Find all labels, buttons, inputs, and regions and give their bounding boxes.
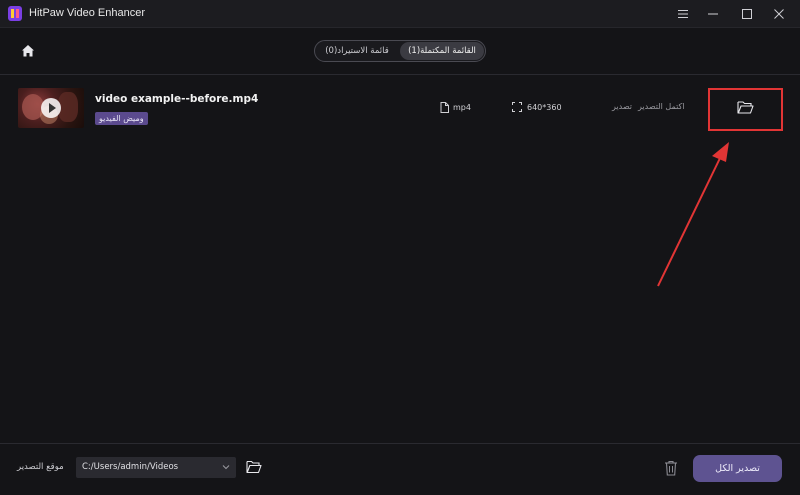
table-row: video example--before.mp4 وميض الفيديو m… [8, 82, 792, 136]
model-badge: وميض الفيديو [95, 112, 148, 125]
trash-icon[interactable] [664, 460, 678, 476]
minimize-icon [708, 13, 718, 15]
app-window: HitPaw Video Enhancer قائمة الاستيراد(0)… [0, 0, 800, 495]
hitpaw-logo-icon [8, 6, 22, 21]
export-all-button[interactable]: تصدير الكل [693, 455, 782, 482]
bottom-bar: موقع التصدير C:/Users/admin/Videos تصدير… [0, 443, 800, 495]
window-title: HitPaw Video Enhancer [29, 7, 145, 19]
hamburger-icon [678, 10, 688, 18]
maximize-icon [742, 9, 752, 19]
export-path-value: C:/Users/admin/Videos [82, 462, 179, 472]
close-icon [774, 9, 784, 19]
play-icon[interactable] [41, 98, 61, 118]
annotation-arrow [657, 142, 729, 287]
menu-button[interactable] [668, 0, 698, 28]
open-folder-icon[interactable] [737, 100, 754, 115]
maximize-button[interactable] [732, 0, 762, 28]
chevron-down-icon [222, 465, 230, 470]
title-bar: HitPaw Video Enhancer [0, 0, 800, 28]
video-thumbnail[interactable] [18, 88, 84, 128]
close-button[interactable] [764, 0, 794, 28]
format-label: mp4 [453, 103, 471, 112]
tab-import-list[interactable]: قائمة الاستيراد(0) [315, 41, 399, 61]
browse-folder-icon[interactable] [246, 460, 262, 474]
home-icon[interactable] [20, 43, 36, 59]
list-tabs: قائمة الاستيراد(0) القائمة المكتملة(1) [314, 40, 486, 62]
export-status: اكتمل التصدير [638, 102, 685, 111]
export-action-label: تصدير [612, 102, 633, 111]
file-name: video example--before.mp4 [95, 93, 259, 105]
minimize-button[interactable] [698, 0, 728, 28]
tab-completed-list[interactable]: القائمة المكتملة(1) [400, 42, 484, 60]
file-format: mp4 [440, 102, 471, 113]
file-resolution: 640*360 [512, 102, 562, 112]
export-path-select[interactable]: C:/Users/admin/Videos [76, 457, 236, 478]
resolution-icon [512, 102, 522, 112]
resolution-label: 640*360 [527, 102, 562, 112]
export-location-label: موقع التصدير [17, 462, 64, 472]
top-bar: قائمة الاستيراد(0) القائمة المكتملة(1) [0, 28, 800, 75]
file-icon [440, 102, 449, 113]
